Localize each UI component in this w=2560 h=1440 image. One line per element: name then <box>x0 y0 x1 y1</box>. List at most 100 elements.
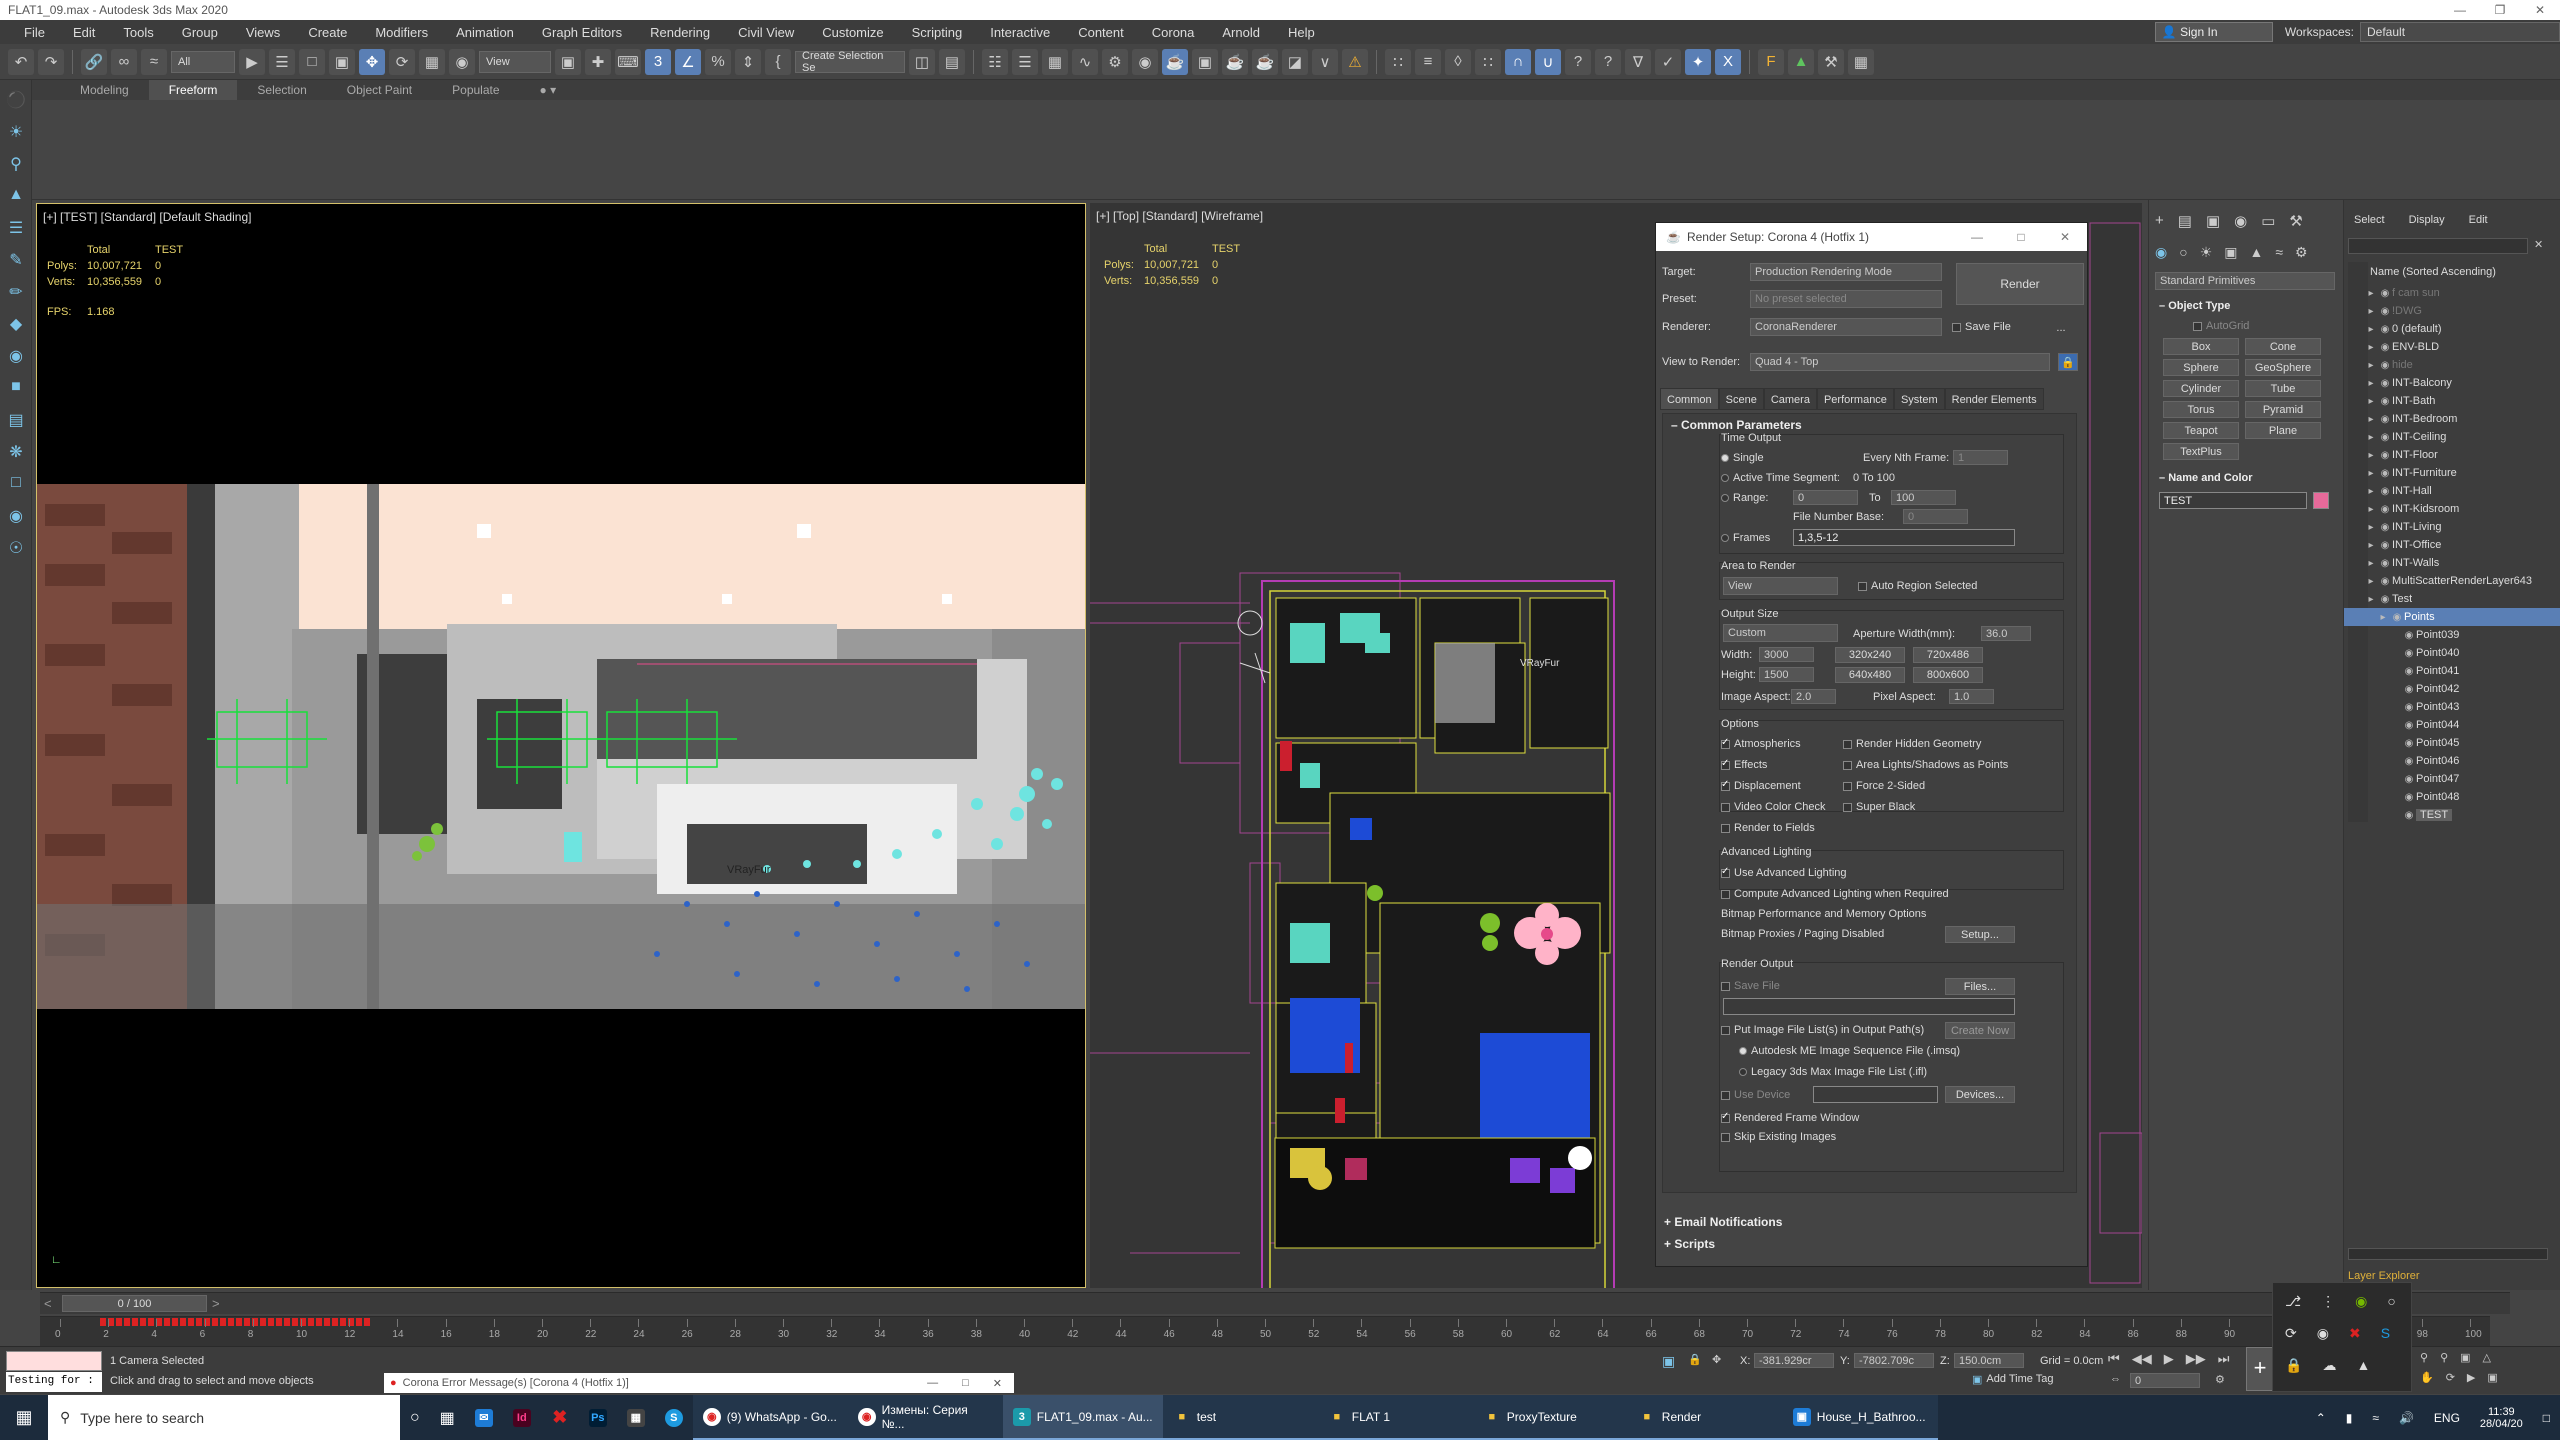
add-time-tag[interactable]: ▣ Add Time Tag <box>1972 1373 2053 1386</box>
curve-editor-icon[interactable]: ∿ <box>1072 48 1098 75</box>
selection-filter-dropdown[interactable]: All <box>171 50 235 73</box>
expand-arrow-icon[interactable]: ▸ <box>2376 612 2390 623</box>
explorer-scrollbar[interactable] <box>2348 1248 2548 1260</box>
image-aspect-spinner[interactable]: 2.0 <box>1791 689 1836 704</box>
snap-vertex-icon[interactable]: ◊ <box>1445 48 1471 75</box>
visibility-eye-icon[interactable]: ◉ <box>2378 594 2392 605</box>
volume-icon[interactable]: 🔊 <box>2389 1395 2424 1440</box>
shapes-icon[interactable]: ○ <box>2179 244 2187 261</box>
close-button[interactable]: ✕ <box>2520 3 2560 17</box>
unlink-icon[interactable]: ∞ <box>111 48 137 75</box>
menu-rendering[interactable]: Rendering <box>636 25 724 40</box>
notifications-icon[interactable]: □ <box>2533 1395 2560 1440</box>
expand-arrow-icon[interactable]: ▸ <box>2364 450 2378 461</box>
explorer-row[interactable]: ◉ Point040 <box>2344 644 2560 662</box>
render-production-icon[interactable]: ☕ <box>1222 48 1248 75</box>
expand-arrow-icon[interactable]: ▸ <box>2364 342 2378 353</box>
geometry-icon[interactable]: ◉ <box>2155 244 2167 261</box>
visibility-eye-icon[interactable]: ◉ <box>2378 450 2392 461</box>
field-of-view-icon[interactable]: △ <box>2483 1351 2491 1364</box>
displacement-checkbox[interactable]: Displacement <box>1721 779 1801 792</box>
legacy-ifl-radio[interactable]: Legacy 3ds Max Image File List (.ifl) <box>1739 1066 1927 1078</box>
render-icon[interactable]: ◪ <box>1282 48 1308 75</box>
chrome-icon[interactable]: ◉ <box>2317 1325 2329 1342</box>
calc-icon[interactable]: ▦ <box>1848 48 1874 75</box>
snap-x-icon[interactable]: X <box>1715 48 1741 75</box>
visibility-eye-icon[interactable]: ◉ <box>2402 810 2416 821</box>
rendered-frame-icon[interactable]: ▣ <box>1192 48 1218 75</box>
expand-arrow-icon[interactable]: ▸ <box>2364 378 2378 389</box>
aperture-spinner[interactable]: 36.0 <box>1981 626 2031 641</box>
menu-views[interactable]: Views <box>232 25 294 40</box>
visibility-eye-icon[interactable]: ◉ <box>2390 612 2404 623</box>
menu-file[interactable]: File <box>10 25 59 40</box>
maximize-viewport-icon[interactable]: + <box>2246 1347 2274 1391</box>
helper-icon[interactable]: ▲ <box>5 186 27 208</box>
expand-arrow-icon[interactable]: ▸ <box>2364 324 2378 335</box>
scripts-rollout[interactable]: + Scripts <box>1664 1237 1715 1251</box>
explorer-row[interactable]: ◉ TEST <box>2344 806 2560 824</box>
prev-key-icon[interactable]: ◀◀ <box>2132 1351 2152 1367</box>
expand-arrow-icon[interactable]: ▸ <box>2364 432 2378 443</box>
visibility-eye-icon[interactable]: ◉ <box>2378 414 2392 425</box>
window-crossing-icon[interactable]: ▣ <box>329 48 355 75</box>
skype-icon[interactable]: S <box>655 1395 693 1440</box>
prev-frame-icon[interactable]: < <box>44 1296 52 1311</box>
menu-tools[interactable]: Tools <box>109 25 167 40</box>
render-setup-titlebar[interactable]: ☕ Render Setup: Corona 4 (Hotfix 1) — □ … <box>1656 223 2087 251</box>
rect-selection-icon[interactable]: □ <box>299 48 325 75</box>
cortana-icon[interactable]: ○ <box>400 1395 430 1440</box>
res-320x240-button[interactable]: 320x240 <box>1835 647 1905 663</box>
zoom-icon[interactable]: ⚲ <box>2420 1351 2428 1364</box>
size-preset-dropdown[interactable]: Custom <box>1723 624 1838 642</box>
ref-coord-dropdown[interactable]: View <box>479 50 551 73</box>
x-app-icon[interactable]: ✖ <box>541 1395 579 1440</box>
tray-up-icon[interactable]: ⌃ <box>2306 1395 2336 1440</box>
lights-icon[interactable]: ☀ <box>2200 244 2213 261</box>
place-icon[interactable]: ◉ <box>449 48 475 75</box>
explorer-search-input[interactable] <box>2348 238 2528 254</box>
explorer-row[interactable]: ◉ Point039 <box>2344 626 2560 644</box>
visibility-eye-icon[interactable]: ◉ <box>2378 378 2392 389</box>
expand-arrow-icon[interactable]: ▸ <box>2364 558 2378 569</box>
ribbon-tab-object-paint[interactable]: Object Paint <box>327 83 432 97</box>
visibility-eye-icon[interactable]: ◉ <box>2378 522 2392 533</box>
ribbon-options-icon[interactable]: ● ▾ <box>520 83 577 97</box>
schematic-view-icon[interactable]: ⚙ <box>1102 48 1128 75</box>
edit-named-sets-icon[interactable]: { <box>765 48 791 75</box>
maximize-button[interactable]: □ <box>962 1377 969 1389</box>
brush-icon[interactable]: ✏ <box>5 282 27 304</box>
ribbon-tab-selection[interactable]: Selection <box>237 83 326 97</box>
orbit-icon[interactable]: ⟳ <box>2446 1371 2455 1384</box>
explorer-row[interactable]: ◉ Point045 <box>2344 734 2560 752</box>
taskbar-app-flat1-folder[interactable]: ■ FLAT 1 <box>1317 1395 1473 1440</box>
tube-button[interactable]: Tube <box>2245 380 2321 397</box>
explorer-row[interactable]: ◉ Point048 <box>2344 788 2560 806</box>
nvidia-icon[interactable]: ◉ <box>2355 1293 2367 1310</box>
create-tab-icon[interactable]: + <box>2155 212 2164 230</box>
taskbar-app-test-folder[interactable]: ■ test <box>1162 1395 1318 1440</box>
visibility-eye-icon[interactable]: ◉ <box>2402 684 2416 695</box>
minimize-button[interactable]: — <box>927 1377 938 1389</box>
preset-dropdown[interactable]: No preset selected <box>1750 290 1942 308</box>
render-to-fields-checkbox[interactable]: Render to Fields <box>1721 822 1815 834</box>
sphere-button[interactable]: Sphere <box>2163 359 2239 376</box>
taskbar-app-render-folder[interactable]: ■ Render <box>1627 1395 1783 1440</box>
list-icon[interactable]: ☰ <box>5 218 27 240</box>
visibility-eye-icon[interactable]: ◉ <box>2402 756 2416 767</box>
more-button[interactable]: ... <box>2052 319 2070 336</box>
spacewarps-icon[interactable]: ≈ <box>2275 244 2283 261</box>
visibility-eye-icon[interactable]: ◉ <box>2402 666 2416 677</box>
menu-interactive[interactable]: Interactive <box>976 25 1064 40</box>
expand-arrow-icon[interactable]: ▸ <box>2364 396 2378 407</box>
visibility-eye-icon[interactable]: ◉ <box>2378 576 2392 587</box>
render-setup-icon[interactable]: ☕ <box>1162 48 1188 75</box>
teapot-button[interactable]: Teapot <box>2163 422 2239 439</box>
usb-icon[interactable]: ⎇ <box>2285 1293 2301 1310</box>
visibility-eye-icon[interactable]: ◉ <box>2378 360 2392 371</box>
rect-icon[interactable]: □ <box>5 474 27 496</box>
expand-arrow-icon[interactable]: ▸ <box>2364 522 2378 533</box>
tools-icon[interactable]: ⚒ <box>1818 48 1844 75</box>
particle-icon[interactable]: ❋ <box>5 442 27 464</box>
paint-icon[interactable]: ✎ <box>5 250 27 272</box>
